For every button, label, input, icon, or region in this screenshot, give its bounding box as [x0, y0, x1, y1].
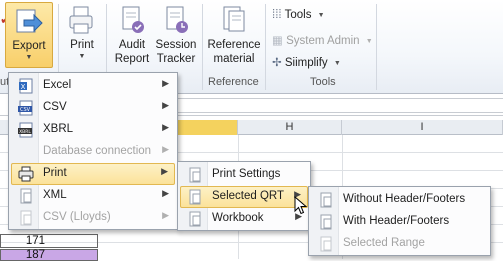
document-icon [189, 189, 201, 205]
chevron-down-icon: ▼ [317, 12, 325, 19]
table-cell[interactable]: 171 [0, 234, 98, 248]
submenu-arrow-icon: ▶ [162, 122, 169, 132]
mouse-cursor-icon [294, 196, 308, 215]
menu-item-label: CSV (Lloyds) [43, 211, 111, 223]
excel-icon: X [19, 78, 33, 94]
menu-item-label: Print [43, 167, 67, 179]
reference-material-button[interactable]: Reference material [205, 5, 263, 66]
export-icon [16, 9, 43, 33]
menu-item-label: Print Settings [212, 168, 281, 180]
reference-group-label: Reference [208, 76, 259, 88]
audit-report-button[interactable]: Audit Report [110, 5, 154, 66]
print-icon [69, 6, 93, 34]
session-label-1: Session [155, 39, 197, 51]
menu-item-without-header-footers[interactable]: Without Header/Footers [311, 189, 488, 211]
chevron-down-icon: ▼ [25, 54, 33, 61]
menu-item-xml[interactable]: XML ▶ [11, 185, 175, 207]
menu-item-print-settings[interactable]: Print Settings [180, 164, 308, 186]
selected-qrt-submenu: Without Header/Footers With Header/Foote… [308, 186, 491, 256]
separator [376, 4, 377, 90]
menu-item-label: Selected QRT [212, 190, 285, 202]
menu-item-xbrl[interactable]: XBRL XBRL ▶ [11, 119, 175, 141]
audit-report-icon [122, 6, 144, 33]
chevron-down-icon: ▼ [78, 53, 86, 60]
menu-item-label: XML [43, 189, 67, 201]
export-label: Export [12, 40, 46, 52]
menu-item-selected-qrt[interactable]: Selected QRT ▶ [180, 186, 308, 208]
menu-item-label: Without Header/Footers [343, 193, 466, 205]
siimplify-label: Siimplify [284, 57, 328, 69]
separator [202, 4, 203, 90]
siimplify-button[interactable]: ✢ Siimplify ▼ [272, 55, 341, 69]
document-icon [320, 214, 332, 230]
cell-value: 187 [25, 249, 45, 261]
export-menu: X Excel ▶ CSV CSV ▶ XBRL XBRL ▶ Database… [8, 72, 178, 230]
svg-text:X: X [21, 83, 26, 91]
document-icon [189, 211, 201, 227]
cell-value: 171 [25, 235, 45, 247]
reference-material-icon [223, 6, 245, 32]
menu-item-label: CSV [43, 101, 67, 113]
print-submenu: Print Settings Selected QRT ▶ Workbook ▶ [177, 161, 311, 231]
menu-item-label: Selected Range [343, 237, 425, 249]
system-admin-label: System Admin [286, 35, 360, 47]
submenu-arrow-icon: ▶ [162, 188, 169, 198]
menu-item-csv[interactable]: CSV CSV ▶ [11, 97, 175, 119]
export-button[interactable]: Export ▼ [5, 2, 53, 68]
submenu-arrow-icon: ▶ [162, 100, 169, 110]
menu-item-workbook[interactable]: Workbook ▶ [180, 208, 308, 230]
tools-group-label: Tools [310, 76, 336, 88]
xbrl-icon: XBRL [18, 122, 33, 138]
column-header-g[interactable] [176, 120, 238, 135]
audit-label-1: Audit [118, 39, 146, 51]
audit-label-2: Report [114, 53, 150, 65]
column-header-h[interactable]: H [238, 120, 342, 135]
csv-icon: CSV [18, 100, 33, 116]
menu-item-database-connection[interactable]: Database connection ▶ [11, 141, 175, 163]
submenu-arrow-icon: ▶ [162, 144, 169, 154]
submenu-arrow-icon: ▶ [162, 78, 169, 88]
reference-label-1: Reference [207, 39, 261, 51]
siimplify-icon: ✢ [272, 57, 282, 69]
svg-text:CSV: CSV [20, 107, 31, 113]
print-label: Print [70, 39, 94, 51]
xml-icon [20, 188, 32, 204]
document-icon [320, 192, 332, 208]
menu-item-print[interactable]: Print ▶ [11, 163, 175, 185]
formula-input[interactable] [176, 98, 503, 113]
print-button[interactable]: Print ▼ [62, 5, 102, 61]
submenu-arrow-icon: ▶ [162, 210, 169, 220]
menu-item-label: Excel [43, 79, 72, 91]
submenu-arrow-icon: ▶ [161, 166, 168, 176]
tools-menu-button[interactable]: ⁞⁞⁞ Tools ▼ [272, 9, 325, 21]
document-icon [320, 236, 332, 252]
document-icon [189, 167, 201, 183]
system-admin-icon: ▦ [272, 35, 283, 47]
column-header-i[interactable]: I [342, 120, 503, 135]
menu-item-excel[interactable]: X Excel ▶ [11, 75, 175, 97]
session-tracker-icon [166, 6, 188, 33]
separator [265, 4, 266, 90]
svg-text:XBRL: XBRL [19, 129, 31, 135]
menu-item-csv-lloyds[interactable]: CSV (Lloyds) ▶ [11, 207, 175, 229]
chevron-down-icon: ▼ [365, 38, 373, 45]
menu-item-label: Database connection [43, 145, 152, 157]
menu-item-label: Workbook [212, 212, 264, 224]
reference-label-2: material [213, 53, 255, 65]
menu-item-label: XBRL [43, 123, 74, 135]
menu-item-selected-range[interactable]: Selected Range [311, 233, 488, 255]
tools-icon: ⁞⁞⁞ [272, 9, 282, 21]
menu-item-with-header-footers[interactable]: With Header/Footers [311, 211, 488, 233]
session-tracker-button[interactable]: Session Tracker [154, 5, 198, 66]
system-admin-button[interactable]: ▦ System Admin ▼ [272, 33, 373, 47]
menu-item-label: With Header/Footers [343, 215, 450, 227]
chevron-down-icon: ▼ [333, 60, 341, 67]
csv-lloyds-icon [20, 210, 32, 226]
table-cell[interactable]: 187 [0, 249, 98, 261]
printer-icon [18, 166, 34, 182]
tools-label: Tools [284, 9, 312, 21]
session-label-2: Tracker [156, 53, 196, 65]
